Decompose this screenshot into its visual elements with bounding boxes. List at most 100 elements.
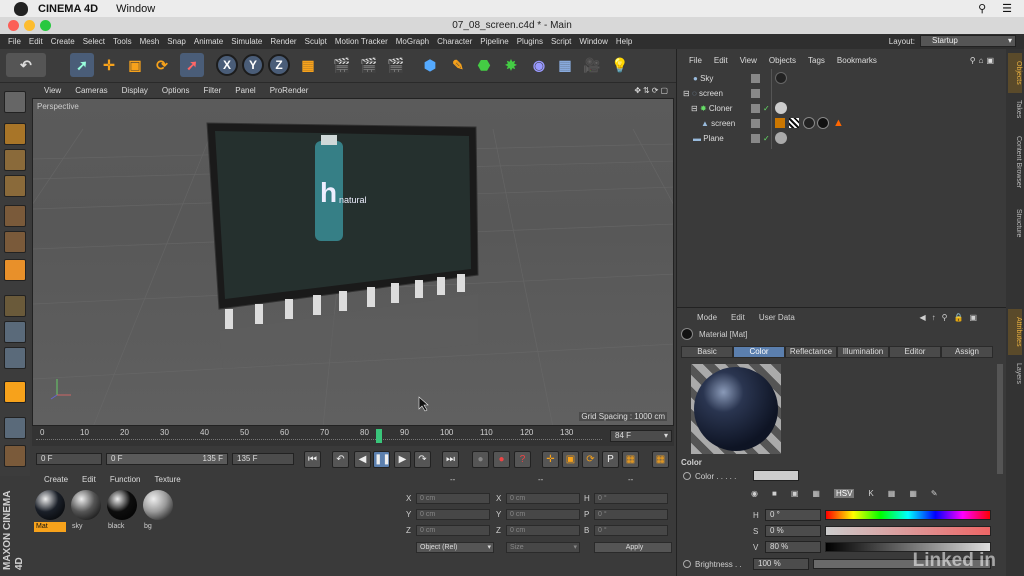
pen-spline-icon[interactable]: ✎ [446, 53, 470, 77]
menu-mesh[interactable]: Mesh [140, 37, 160, 46]
cloner-icon[interactable]: ✸ [499, 53, 523, 77]
rotation-b-field[interactable]: 0 ° [594, 525, 668, 536]
menu-tools[interactable]: Tools [113, 37, 132, 46]
side-tab-structure[interactable]: Structure [1008, 201, 1022, 245]
material-swatch[interactable]: Mat [34, 490, 66, 536]
viewport-menu-panel[interactable]: Panel [235, 86, 255, 95]
apple-icon[interactable] [14, 1, 28, 16]
go-to-end-icon[interactable]: ⏭ [442, 451, 459, 468]
material-preview-large[interactable] [691, 364, 781, 454]
apply-button[interactable]: Apply [594, 542, 672, 553]
hue-slider[interactable] [825, 510, 991, 520]
menu-pipeline[interactable]: Pipeline [480, 37, 508, 46]
record-keys-icon[interactable]: ● [472, 451, 489, 468]
menu-simulate[interactable]: Simulate [231, 37, 262, 46]
subdivision-icon[interactable]: ⬣ [472, 53, 496, 77]
saturation-slider[interactable] [825, 526, 991, 536]
menu-edit[interactable]: Edit [29, 37, 43, 46]
window-menu[interactable]: Window [116, 3, 155, 15]
axis-mode-icon[interactable] [4, 295, 26, 317]
menu-select[interactable]: Select [83, 37, 105, 46]
position-y-field[interactable]: 0 cm [416, 509, 490, 520]
viewport-menu-prorender[interactable]: ProRender [270, 86, 309, 95]
menu-animate[interactable]: Animate [194, 37, 223, 46]
menu-render[interactable]: Render [270, 37, 296, 46]
x-axis-button[interactable]: X [216, 54, 238, 76]
menu-plugins[interactable]: Plugins [517, 37, 543, 46]
move-tool-icon[interactable]: ✛ [97, 53, 121, 77]
viewport-menu-cameras[interactable]: Cameras [75, 86, 107, 95]
y-axis-button[interactable]: Y [242, 54, 264, 76]
spectrum-picker-icon[interactable]: ■ [772, 489, 777, 498]
zoom-window-button[interactable] [40, 20, 51, 31]
material-menu-create[interactable]: Create [44, 475, 68, 484]
menu-character[interactable]: Character [437, 37, 472, 46]
material-menu-function[interactable]: Function [110, 475, 141, 484]
model-mode-icon[interactable] [4, 123, 26, 145]
object-search-icons[interactable]: ⚲⌂▣ [970, 56, 997, 65]
magnet-icon[interactable] [4, 381, 26, 403]
minimize-window-button[interactable] [24, 20, 35, 31]
scale-tool-icon[interactable]: ▣ [123, 53, 147, 77]
wheel-picker-icon[interactable]: ◉ [751, 489, 758, 498]
mixer-picker-icon[interactable]: ▦ [888, 489, 896, 498]
menu-create[interactable]: Create [51, 37, 75, 46]
material-tag-icon[interactable] [817, 117, 829, 129]
eyedropper-icon[interactable]: ✎ [931, 489, 938, 498]
attribute-nav-icons[interactable]: ◀↑⚲🔒▣ [919, 313, 983, 322]
timeline-playhead[interactable] [376, 429, 382, 443]
swatches-picker-icon[interactable]: ▦ [909, 489, 917, 498]
tweak-mode-icon[interactable] [4, 321, 26, 343]
object-row[interactable]: ⊟ ◌ screen [677, 86, 1007, 101]
cube-icon[interactable]: ⬢ [418, 53, 442, 77]
side-tab-layers[interactable]: Layers [1008, 359, 1022, 389]
position-z-field[interactable]: 0 cm [416, 525, 490, 536]
timeline[interactable]: 0 10 20 30 40 50 60 70 80 90 100 110 120 130 84 F ▾ [32, 426, 674, 446]
material-tag-icon[interactable] [803, 117, 815, 129]
tab-editor[interactable]: Editor [889, 346, 941, 358]
s-field[interactable]: 0 % [765, 525, 821, 537]
object-row[interactable]: ● Sky [677, 71, 1007, 86]
locked-workplane-icon[interactable] [4, 445, 26, 467]
size-z-field[interactable]: 0 cm [506, 525, 580, 536]
material-menu-edit[interactable]: Edit [82, 475, 96, 484]
material-swatch[interactable]: black [106, 490, 138, 536]
material-swatch[interactable]: bg [142, 490, 174, 536]
tag-icon[interactable] [775, 118, 785, 128]
floor-icon[interactable]: ▦ [553, 53, 577, 77]
previous-keyframe-icon[interactable]: ↶ [332, 451, 349, 468]
menu-mograph[interactable]: MoGraph [396, 37, 429, 46]
tag-icon[interactable] [789, 118, 799, 128]
go-to-start-icon[interactable]: ⏮ [304, 451, 321, 468]
material-tag-icon[interactable] [775, 72, 787, 84]
object-menu-tags[interactable]: Tags [808, 56, 825, 65]
side-tab-attributes[interactable]: Attributes [1008, 309, 1022, 355]
size-y-field[interactable]: 0 cm [506, 509, 580, 520]
keyframe-selection-icon[interactable]: ? [514, 451, 531, 468]
move-pointer-icon[interactable]: ➚ [70, 53, 94, 77]
viewport-perspective[interactable]: h natural Perspective Grid Spacing : 100… [32, 98, 674, 426]
rotation-h-field[interactable]: 0 ° [594, 493, 668, 504]
end-frame-field[interactable]: 135 F [232, 453, 294, 465]
light-icon[interactable]: 💡 [608, 53, 632, 77]
live-selection-icon[interactable]: ➚ [180, 53, 204, 77]
object-menu-objects[interactable]: Objects [769, 56, 796, 65]
viewport-menu-view[interactable]: View [44, 86, 61, 95]
make-editable-icon[interactable] [4, 91, 26, 113]
side-tab-objects[interactable]: Objects [1008, 53, 1022, 93]
object-menu-bookmarks[interactable]: Bookmarks [837, 56, 877, 65]
attribute-menu-user-data[interactable]: User Data [759, 313, 795, 322]
attribute-menu-mode[interactable]: Mode [697, 313, 717, 322]
z-axis-button[interactable]: Z [268, 54, 290, 76]
visibility-icon[interactable] [751, 89, 760, 98]
undo-icon[interactable]: ↶ [6, 53, 46, 77]
visibility-icon[interactable] [751, 74, 760, 83]
object-menu-edit[interactable]: Edit [714, 56, 728, 65]
tab-assign[interactable]: Assign [941, 346, 993, 358]
render-view-icon[interactable]: 🎬 [330, 53, 354, 77]
tab-basic[interactable]: Basic [681, 346, 733, 358]
start-frame-field[interactable]: 0 F [36, 453, 102, 465]
enabled-check-icon[interactable]: ✓ [763, 101, 770, 116]
deformer-icon[interactable]: ◉ [527, 53, 551, 77]
enabled-check-icon[interactable]: ✓ [763, 131, 770, 146]
